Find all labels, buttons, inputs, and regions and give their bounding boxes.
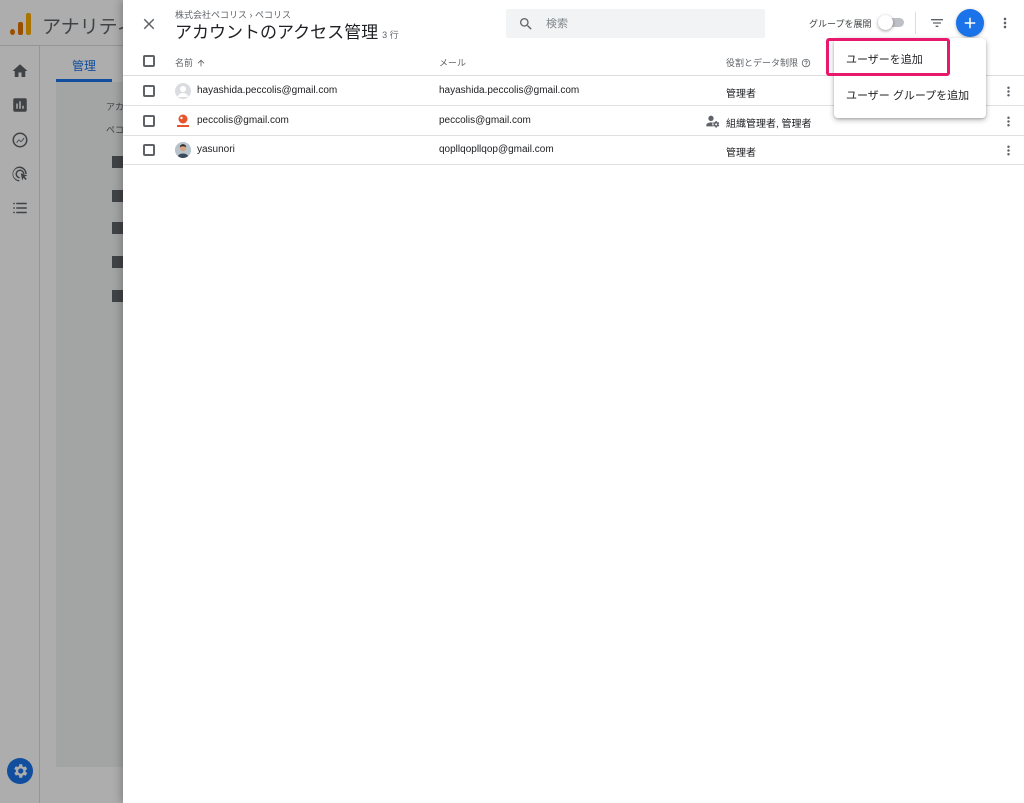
manage-accounts-icon [705,113,721,129]
row-more-button[interactable] [1000,82,1016,100]
add-button[interactable] [956,9,984,37]
menu-item-add-user[interactable]: ユーザーを追加 [834,40,986,78]
row-checkbox[interactable] [143,144,155,156]
group-expand-toggle[interactable] [878,15,904,30]
user-role: 管理者 [726,89,756,100]
user-email: peccolis@gmail.com [439,115,531,126]
more-vert-icon [1006,145,1010,155]
photo-avatar [175,142,191,158]
filter-icon [931,19,943,27]
brand-avatar [175,113,191,129]
title-row: アカウントのアクセス管理 3 行 [175,18,399,43]
row-count: 3 行 [382,30,399,40]
user-name: hayashida.peccolis@gmail.com [197,85,338,96]
help-icon [801,58,811,67]
search-input[interactable] [546,17,746,30]
filter-button[interactable] [926,12,948,34]
user-role: 管理者 [726,148,756,159]
user-role: 組織管理者, 管理者 [726,119,812,130]
more-vert-icon [1006,116,1010,126]
close-icon [143,18,155,30]
more-options-button[interactable] [995,12,1015,34]
group-expand-label: グループを展開 [809,19,872,29]
user-email: hayashida.peccolis@gmail.com [439,85,580,96]
menu-item-add-user-group[interactable]: ユーザー グループを追加 [834,76,986,114]
sort-ascending-icon [197,59,205,66]
access-management-dialog: 株式会社ペコリス › ペコリス アカウントのアクセス管理3 行 グループを展開 … [123,0,1024,803]
divider [915,12,916,34]
add-menu: ユーザーを追加 ユーザー グループを追加 [834,38,986,118]
row-more-button[interactable] [1000,112,1016,130]
user-name: yasunori [197,144,235,155]
column-header-role[interactable]: 役割とデータ制限 [726,56,811,69]
search-icon [520,17,532,30]
column-header-email[interactable]: メール [439,56,466,69]
user-name: peccolis@gmail.com [197,115,289,126]
more-vert-icon [1006,86,1010,96]
user-email: qopllqopllqop@gmail.com [439,144,554,155]
select-all-checkbox[interactable] [143,55,155,67]
default-avatar-icon [175,83,191,99]
row-checkbox[interactable] [143,85,155,97]
search-bar[interactable] [506,9,765,38]
page-title: アカウントのアクセス管理 [175,23,379,42]
plus-icon [964,17,976,29]
close-button[interactable] [137,12,161,36]
table-row[interactable]: yasunori qopllqopllqop@gmail.com 管理者 [123,135,1024,165]
row-checkbox[interactable] [143,115,155,127]
more-vert-icon [1003,17,1007,29]
column-header-name[interactable]: 名前 [175,56,206,69]
row-more-button[interactable] [1000,141,1016,159]
